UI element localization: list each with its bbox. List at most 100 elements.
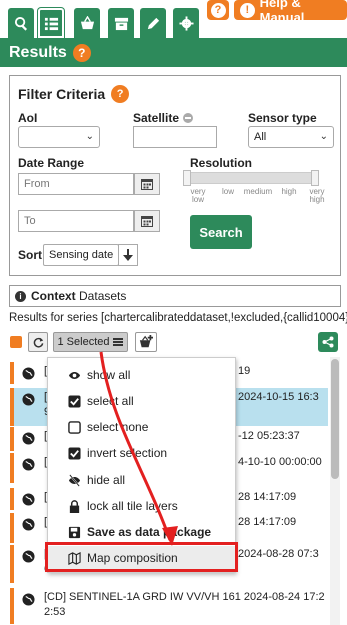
globe-icon bbox=[22, 458, 35, 471]
results-help-icon[interactable]: ? bbox=[72, 43, 91, 62]
question-icon: ! bbox=[240, 2, 255, 18]
row-title: [CD] SENTINEL-1A GRD IW VV/VH 161 2024-0… bbox=[44, 591, 325, 603]
satellite-input[interactable] bbox=[133, 126, 217, 148]
globe-icon bbox=[22, 550, 35, 563]
globe-icon bbox=[22, 593, 35, 606]
filter-help-icon[interactable]: ? bbox=[111, 85, 130, 103]
annotation-highlight-box bbox=[45, 542, 238, 572]
calendar-icon bbox=[141, 179, 153, 190]
refresh-icon bbox=[33, 337, 43, 347]
from-date-input[interactable]: From bbox=[18, 173, 134, 195]
color-square[interactable] bbox=[10, 336, 22, 348]
pencil-icon bbox=[147, 17, 159, 29]
menu-item-label: lock all tile layers bbox=[87, 499, 178, 513]
tick-medium: medium bbox=[243, 187, 273, 196]
menu-item-label: show all bbox=[87, 368, 131, 382]
save-icon bbox=[68, 526, 81, 539]
chevron-down-icon: ⌄ bbox=[85, 131, 94, 142]
filter-title-text: Filter Criteria bbox=[18, 86, 106, 102]
list-icon bbox=[44, 17, 58, 30]
top-navigation: ? ! Help & Manual bbox=[0, 0, 347, 38]
help-manual-button[interactable]: ! Help & Manual bbox=[234, 0, 347, 25]
lock-icon bbox=[68, 499, 81, 513]
basket-plus-icon bbox=[139, 335, 153, 348]
gear-icon bbox=[178, 15, 194, 31]
aoi-select[interactable]: ⌄ bbox=[18, 126, 100, 148]
slider-handle-min[interactable] bbox=[183, 170, 191, 186]
menu-item-invert-selection[interactable]: invert selection bbox=[48, 441, 235, 465]
menu-item-show-all[interactable]: show all bbox=[48, 363, 235, 387]
menu-item-lock-all-tile-layers[interactable]: lock all tile layers bbox=[48, 494, 235, 518]
slider-handle-max[interactable] bbox=[311, 170, 319, 186]
tab-edit[interactable] bbox=[140, 8, 166, 38]
sort-value: Sensing date bbox=[49, 249, 114, 261]
menu-item-save-as-data-package[interactable]: Save as data package bbox=[48, 520, 235, 544]
sort-direction-button[interactable] bbox=[118, 244, 138, 266]
row-date: 2024-08-28 07:3 bbox=[238, 548, 319, 560]
help-manual-label: Help & Manual bbox=[259, 0, 305, 25]
eye-icon bbox=[68, 369, 81, 382]
refresh-button[interactable] bbox=[28, 332, 48, 352]
checked-box-icon bbox=[68, 394, 81, 408]
menu-item-select-none[interactable]: select none bbox=[48, 415, 235, 439]
archive-icon bbox=[114, 17, 128, 30]
tick-very-high: very high bbox=[309, 187, 325, 204]
sort-label: Sort bbox=[18, 248, 42, 262]
help-question-button[interactable]: ? bbox=[207, 0, 229, 20]
menu-item-label: Save as data package bbox=[87, 525, 212, 539]
filter-title: Filter Criteria ? bbox=[18, 85, 130, 103]
info-icon: i bbox=[15, 290, 26, 302]
scroll-thumb[interactable] bbox=[331, 359, 339, 479]
calendar-icon bbox=[141, 216, 153, 227]
sort-select[interactable]: Sensing date bbox=[43, 244, 119, 266]
minus-circle-icon[interactable] bbox=[183, 113, 194, 123]
to-date-input[interactable]: To bbox=[18, 210, 134, 232]
empty-box-icon bbox=[68, 420, 81, 434]
context-datasets-panel[interactable]: i Context Datasets bbox=[9, 285, 341, 307]
menu-item-hide-all[interactable]: hide all bbox=[48, 468, 235, 492]
sensor-type-select[interactable]: All ⌄ bbox=[248, 126, 334, 148]
sensor-type-value: All bbox=[254, 131, 267, 143]
to-calendar-button[interactable] bbox=[134, 210, 160, 232]
context-label: Context bbox=[31, 289, 76, 303]
globe-icon bbox=[22, 393, 35, 406]
table-row[interactable]: [CD] SENTINEL-1A GRD IW VV/VH 161 2024-0… bbox=[10, 588, 328, 624]
sensor-type-label: Sensor type bbox=[248, 111, 317, 125]
tab-archive[interactable] bbox=[108, 8, 134, 38]
tab-search[interactable] bbox=[8, 8, 34, 38]
row-date: 4-10-10 00:00:00 bbox=[238, 456, 322, 468]
question-icon: ? bbox=[210, 2, 226, 18]
selected-count-label: 1 Selected bbox=[57, 336, 110, 348]
row-date: 28 14:17:09 bbox=[238, 491, 297, 503]
menu-item-label: select none bbox=[87, 420, 149, 434]
selection-dropdown-button[interactable]: 1 Selected bbox=[53, 332, 128, 352]
from-calendar-button[interactable] bbox=[134, 173, 160, 195]
results-for-text: Results for series [chartercalibrateddat… bbox=[9, 312, 347, 324]
menu-item-label: invert selection bbox=[87, 446, 168, 460]
satellite-label: Satellite bbox=[133, 111, 180, 125]
share-button[interactable] bbox=[318, 332, 338, 352]
row-date-continued: 2:53 bbox=[44, 606, 66, 618]
resolution-slider[interactable] bbox=[183, 170, 319, 186]
menu-item-label: hide all bbox=[87, 473, 126, 487]
tab-basket[interactable] bbox=[74, 8, 100, 38]
share-icon bbox=[322, 336, 334, 348]
date-range-label: Date Range bbox=[18, 156, 85, 170]
globe-icon bbox=[22, 367, 35, 380]
satellite-label-wrap: Satellite bbox=[133, 111, 194, 125]
tick-high: high bbox=[281, 187, 297, 196]
tab-results-list[interactable] bbox=[38, 8, 64, 38]
hamburger-icon bbox=[113, 338, 124, 346]
results-scrollbar[interactable] bbox=[330, 357, 340, 625]
results-title: Results bbox=[9, 43, 67, 61]
basket-icon bbox=[80, 15, 94, 29]
add-to-basket-button[interactable] bbox=[135, 332, 157, 352]
tab-settings[interactable] bbox=[173, 8, 199, 38]
arrow-down-icon bbox=[123, 249, 133, 261]
globe-icon bbox=[22, 432, 35, 445]
menu-item-label: select all bbox=[87, 394, 134, 408]
menu-item-select-all[interactable]: select all bbox=[48, 389, 235, 413]
row-date: -12 05:23:37 bbox=[238, 430, 300, 442]
search-button[interactable]: Search bbox=[190, 215, 252, 249]
tick-very-low: very low bbox=[190, 187, 206, 204]
